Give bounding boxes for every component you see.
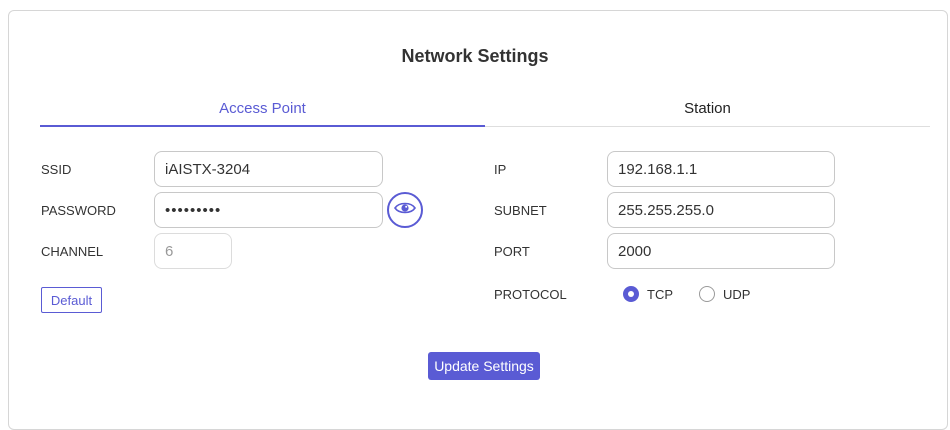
tab-active-indicator: [40, 125, 485, 127]
ssid-input[interactable]: [154, 151, 383, 187]
tcp-radio-label: TCP: [647, 287, 673, 302]
page-title: Network Settings: [401, 46, 549, 66]
eye-icon: [394, 201, 416, 220]
subnet-input[interactable]: [607, 192, 835, 228]
tab-access-point[interactable]: Access Point: [40, 100, 485, 117]
password-input[interactable]: [154, 192, 383, 228]
update-settings-button[interactable]: Update Settings: [428, 352, 540, 380]
ip-input[interactable]: [607, 151, 835, 187]
tcp-radio[interactable]: [623, 286, 639, 302]
udp-radio-label: UDP: [723, 287, 751, 302]
tab-station[interactable]: Station: [485, 100, 930, 117]
ip-label: IP: [494, 162, 507, 177]
password-label: PASSWORD: [41, 203, 116, 218]
port-input[interactable]: [607, 233, 835, 269]
channel-label: CHANNEL: [41, 244, 104, 259]
show-password-button[interactable]: [387, 192, 423, 228]
subnet-label: SUBNET: [494, 203, 547, 218]
port-label: PORT: [494, 244, 530, 259]
ssid-label: SSID: [41, 162, 72, 177]
udp-radio[interactable]: [699, 286, 715, 302]
default-button[interactable]: Default: [41, 287, 102, 313]
channel-input[interactable]: [154, 233, 232, 269]
protocol-label: PROTOCOL: [494, 287, 567, 302]
